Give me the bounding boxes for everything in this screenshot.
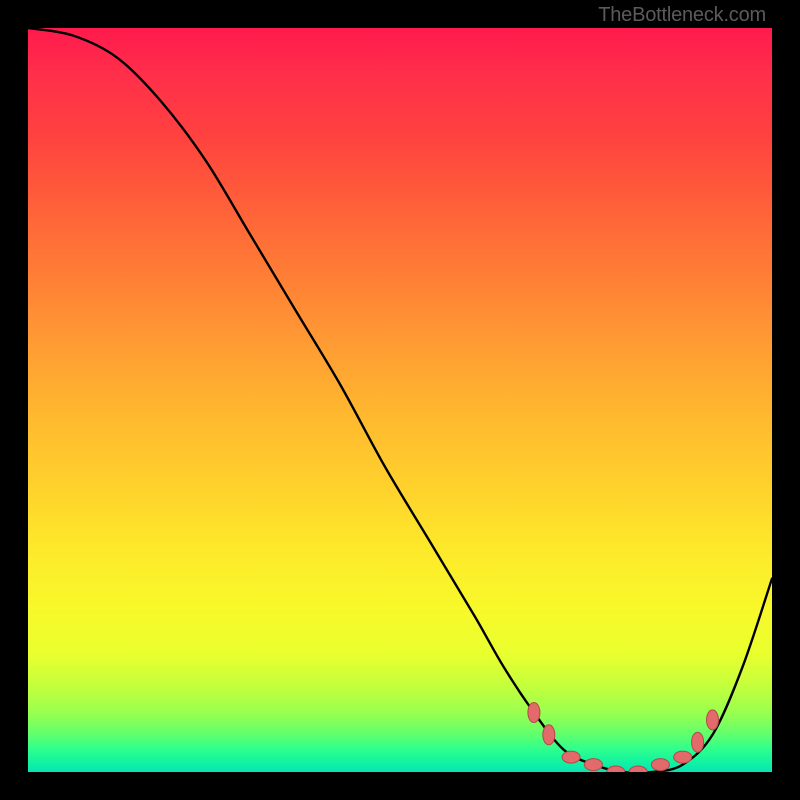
marker-bead <box>584 759 602 771</box>
marker-bead <box>692 732 704 752</box>
marker-bead <box>562 751 580 763</box>
marker-bead <box>651 759 669 771</box>
watermark-text: TheBottleneck.com <box>598 4 766 27</box>
marker-bead <box>607 766 625 772</box>
optimal-range-markers <box>28 28 772 772</box>
chart-frame <box>28 28 772 772</box>
marker-bead <box>543 725 555 745</box>
marker-bead <box>674 751 692 763</box>
marker-bead <box>707 710 719 730</box>
marker-bead <box>629 766 647 772</box>
marker-bead <box>528 703 540 723</box>
